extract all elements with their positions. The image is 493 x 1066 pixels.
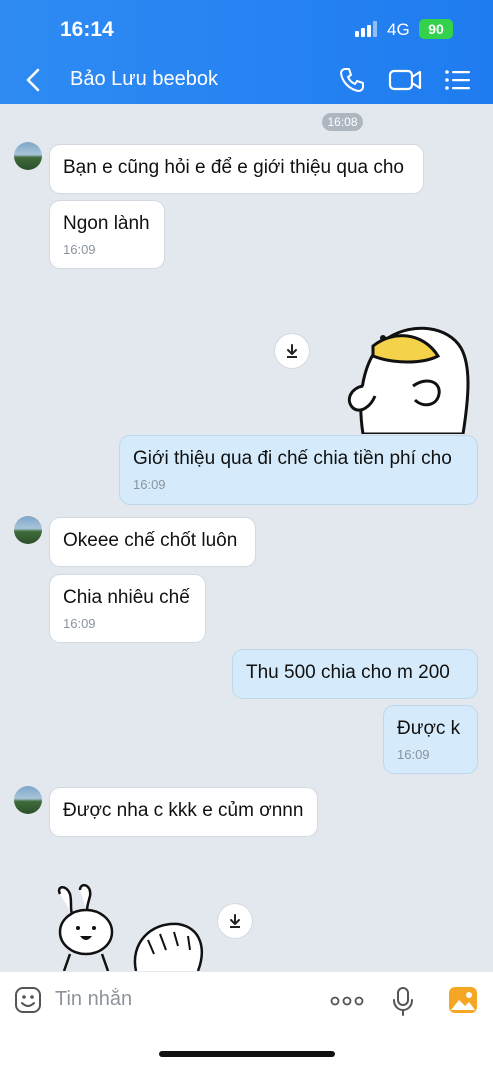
- message-time: 16:09: [63, 616, 96, 631]
- battery-indicator: 90: [419, 19, 453, 39]
- time-separator: 16:08: [322, 113, 363, 131]
- network-label: 4G: [387, 20, 410, 39]
- message-bubble-received[interactable]: Okeee chế chốt luôn: [50, 518, 255, 566]
- download-button[interactable]: [218, 904, 252, 938]
- avatar[interactable]: [14, 516, 42, 544]
- mic-icon[interactable]: [392, 986, 414, 1016]
- message-text: Thu 500 chia cho m 200: [246, 662, 450, 683]
- message-bubble-sent[interactable]: Giới thiệu qua đi chế chia tiền phí cho …: [120, 436, 477, 504]
- message-text: Được nha c kkk e củm ơnnn: [63, 800, 304, 821]
- message-time: 16:09: [397, 747, 430, 762]
- contact-name[interactable]: Bảo Lưu beebok: [70, 68, 218, 91]
- message-text: Bạn e cũng hỏi e để e giới thiệu qua cho: [63, 157, 404, 178]
- download-button[interactable]: [275, 334, 309, 368]
- message-text: Giới thiệu qua đi chế chia tiền phí cho: [133, 448, 452, 469]
- more-icon[interactable]: [330, 996, 364, 1006]
- message-text: Ngon lành: [63, 213, 150, 234]
- message-text: Chia nhiêu chế: [63, 587, 190, 608]
- signal-icon: [355, 21, 377, 37]
- message-bubble-received[interactable]: Ngon lành 16:09: [50, 201, 164, 268]
- download-icon: [287, 344, 297, 358]
- home-indicator: [159, 1051, 335, 1057]
- image-icon[interactable]: [448, 986, 478, 1014]
- message-text: Okeee chế chốt luôn: [63, 530, 238, 551]
- message-bubble-received[interactable]: Được nha c kkk e củm ơnnn: [50, 788, 317, 836]
- avatar[interactable]: [14, 786, 42, 814]
- duck-sticker[interactable]: [343, 316, 473, 434]
- bunny-sticker[interactable]: [50, 884, 210, 971]
- message-bubble-sent[interactable]: Thu 500 chia cho m 200: [233, 650, 477, 698]
- message-input[interactable]: [55, 984, 315, 1014]
- menu-icon[interactable]: [444, 66, 472, 94]
- status-time: 16:14: [60, 18, 114, 41]
- message-bubble-sent[interactable]: Được k 16:09: [384, 706, 477, 773]
- avatar[interactable]: [14, 142, 42, 170]
- emoji-icon[interactable]: [14, 986, 42, 1014]
- phone-icon[interactable]: [338, 66, 366, 94]
- message-text: Được k: [397, 718, 461, 739]
- message-bubble-received[interactable]: Chia nhiêu chế 16:09: [50, 575, 205, 642]
- back-icon[interactable]: [22, 66, 44, 94]
- video-call-icon[interactable]: [388, 66, 422, 94]
- message-time: 16:09: [63, 242, 96, 257]
- message-bubble-received[interactable]: Bạn e cũng hỏi e để e giới thiệu qua cho: [50, 145, 423, 193]
- message-time: 16:09: [133, 477, 166, 492]
- chat-header: 16:14 4G 90 Bảo Lưu beebok: [0, 0, 493, 104]
- message-composer: [0, 971, 493, 1066]
- download-icon: [230, 914, 240, 928]
